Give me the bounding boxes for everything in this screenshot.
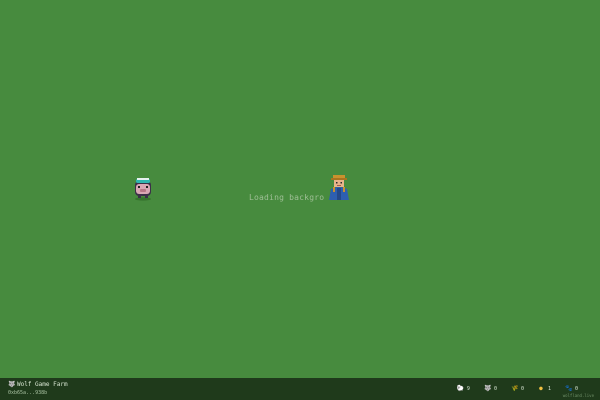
stat-egg-value: 1 xyxy=(547,386,551,392)
farm-field[interactable]: Loading backgro xyxy=(0,0,600,378)
resource-stats: 🐑 9 🐺 0 🌾 0 ● 1 🐾 0 xyxy=(456,385,578,393)
status-bar: 🐺 Wolf Game Farm 0xb65a...938b 🐑 9 🐺 0 🌾… xyxy=(0,378,600,400)
stat-sheep-value: 9 xyxy=(466,386,470,392)
stat-wolf: 🐺 0 xyxy=(483,385,497,393)
stat-egg: ● 1 xyxy=(538,385,551,393)
egg-icon: ● xyxy=(539,385,543,392)
pig-character-sprite[interactable] xyxy=(132,175,154,201)
farm-title-text: Wolf Game Farm xyxy=(17,381,68,388)
wolf-logo-icon: 🐺 xyxy=(8,380,16,388)
farm-title: 🐺 Wolf Game Farm xyxy=(8,381,68,388)
stat-paw-value: 0 xyxy=(574,386,578,392)
stat-sheep: 🐑 9 xyxy=(456,385,470,393)
stat-wheat: 🌾 0 xyxy=(510,385,524,393)
wheat-icon: 🌾 xyxy=(510,385,519,392)
stat-wolf-value: 0 xyxy=(493,386,497,392)
wolf-icon: 🐺 xyxy=(483,385,492,392)
farmer-character-sprite[interactable] xyxy=(326,174,352,200)
stat-wheat-value: 0 xyxy=(520,386,524,392)
site-tag[interactable]: wolfland.live xyxy=(563,393,594,398)
paw-icon: 🐾 xyxy=(564,385,573,392)
loading-text: Loading backgro xyxy=(249,193,325,202)
stat-paw: 🐾 0 xyxy=(564,385,578,393)
wallet-address[interactable]: 0xb65a...938b xyxy=(8,390,47,396)
sheep-icon: 🐑 xyxy=(456,385,465,392)
